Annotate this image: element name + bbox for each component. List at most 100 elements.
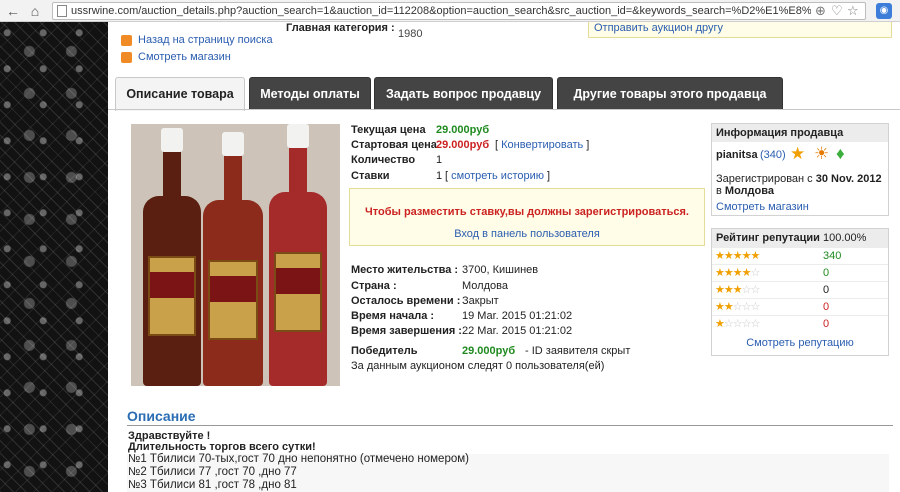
send-to-friend-link[interactable]: Отправить аукцион другу xyxy=(594,22,723,34)
rating-stars-icon: ★★★★☆ xyxy=(715,267,760,279)
product-photo[interactable] xyxy=(131,124,340,386)
tab-payment-methods[interactable]: Методы оплаты xyxy=(249,77,371,110)
extension-icon[interactable]: ◉ xyxy=(876,3,892,19)
bottle-cap xyxy=(287,124,309,148)
bottle-label-band xyxy=(149,272,195,298)
convert-link[interactable]: Конвертировать xyxy=(501,139,583,151)
bookmark-star-icon[interactable]: ☆ xyxy=(847,3,859,19)
view-shop-link[interactable]: Смотреть магазин xyxy=(121,51,231,63)
end-time-value: 22 Mar. 2015 01:21:02 xyxy=(462,325,573,337)
time-left-value: Закрыт xyxy=(462,295,499,307)
reputation-count: 340 xyxy=(823,250,842,262)
description-divider xyxy=(127,425,893,426)
bullet-icon xyxy=(121,52,132,63)
description-line: №1 Тбилиси 70-тых,гост 70 дно непонятно … xyxy=(128,453,469,465)
back-to-search-label: Назад на страницу поиска xyxy=(138,34,273,46)
bids-value: 1 xyxy=(436,170,443,182)
reputation-row: ★☆☆☆☆ 0 xyxy=(712,315,888,332)
watchers-text: За данным аукционом следят 0 пользовател… xyxy=(351,360,605,372)
address-bar[interactable]: ussrwine.com/auction_details.php?auction… xyxy=(52,2,866,20)
seller-country: Молдова xyxy=(724,185,774,197)
rating-stars-icon: ★★☆☆☆ xyxy=(715,301,760,313)
winner-note: - ID заявителя скрыт xyxy=(525,345,631,357)
reputation-row: ★★★★★ 340 xyxy=(712,247,888,264)
watchers-row: За данным аукционом следят 0 пользовател… xyxy=(351,360,604,372)
view-reputation-link[interactable]: Смотреть репутацию xyxy=(712,337,888,349)
reputation-percent: 100.00% xyxy=(823,232,867,244)
quantity-value: 1 xyxy=(436,154,443,166)
browser-toolbar: ← ⌂ ussrwine.com/auction_details.php?auc… xyxy=(0,0,900,22)
bottle-cap xyxy=(161,128,183,152)
reputation-label: Рейтинг репутации xyxy=(716,232,820,244)
share-icon[interactable]: ♡ xyxy=(831,3,843,19)
send-to-friend-box: Отправить аукцион другу xyxy=(588,22,892,38)
start-time-value: 19 Mar. 2015 01:21:02 xyxy=(462,310,573,322)
description-title: Описание xyxy=(127,408,196,424)
seller-info-box: Информация продавца pianitsa (340) ★ ☀ ♦… xyxy=(711,123,889,216)
description-duration: Длительность торгов всего сутки! xyxy=(128,441,316,453)
rating-stars-icon: ★★★★★ xyxy=(715,250,760,262)
register-notice-text: Чтобы разместить ставку,вы должны зареги… xyxy=(365,206,689,218)
seller-star-badge-icon: ★ xyxy=(790,144,806,163)
seller-cart-badge-icon: ♦ xyxy=(836,144,845,163)
url-text: ussrwine.com/auction_details.php?auction… xyxy=(71,5,811,17)
tab-other-items[interactable]: Другие товары этого продавца xyxy=(557,77,783,110)
country-label: Страна : xyxy=(351,280,397,292)
bottle-cap xyxy=(222,132,244,156)
category-value: 1980 xyxy=(398,22,568,40)
seller-shop-link[interactable]: Смотреть магазин xyxy=(716,201,809,213)
bids-label: Ставки xyxy=(351,170,390,182)
start-time-label: Время начала : xyxy=(351,310,435,322)
login-panel-link[interactable]: Вход в панель пользователя xyxy=(350,228,704,240)
reputation-header: Рейтинг репутации 100.00% xyxy=(712,229,888,247)
description-line: №3 Тбилиси 81 ,гост 78 ,дно 81 xyxy=(128,479,297,491)
reputation-count: 0 xyxy=(823,318,830,330)
tab-ask-seller[interactable]: Задать вопрос продавцу xyxy=(374,77,553,110)
seller-rating-count[interactable]: (340) xyxy=(760,149,786,161)
rating-stars-icon: ★☆☆☆☆ xyxy=(715,318,760,330)
seller-name[interactable]: pianitsa xyxy=(716,149,758,161)
time-left-label: Осталось времени : xyxy=(351,295,461,307)
bottle-1 xyxy=(143,128,201,386)
view-history-link[interactable]: смотреть историю xyxy=(451,170,544,182)
current-price-label: Текущая цена xyxy=(351,124,426,136)
tab-description[interactable]: Описание товара xyxy=(115,77,245,111)
bottle-3 xyxy=(269,124,327,386)
bottle-label-band xyxy=(275,268,321,294)
reputation-count: 0 xyxy=(823,267,830,279)
decorative-side-pattern xyxy=(0,22,108,492)
end-time-label: Время завершения : xyxy=(351,325,462,337)
quantity-label: Количество xyxy=(351,154,416,166)
home-icon[interactable]: ⌂ xyxy=(26,2,44,20)
bullet-icon xyxy=(121,35,132,46)
reputation-row: ★★☆☆☆ 0 xyxy=(712,298,888,315)
category-year: 1980 xyxy=(398,28,423,40)
back-arrow-icon[interactable]: ← xyxy=(4,2,22,20)
bottle-2 xyxy=(203,132,263,386)
zoom-icon[interactable]: ⊕ xyxy=(815,3,826,19)
reputation-box: Рейтинг репутации 100.00% ★★★★★ 340 ★★★★☆ 0… xyxy=(711,228,889,356)
reputation-count: 0 xyxy=(823,284,830,296)
rating-stars-icon: ★★★☆☆ xyxy=(715,284,760,296)
bottle-label-band xyxy=(210,276,256,302)
category-label: Главная категория : xyxy=(286,22,395,34)
seller-registered: Зарегистрирован с 30 Nov. 2012 в Молдова xyxy=(716,173,882,197)
seller-info-header: Информация продавца xyxy=(712,124,888,142)
country-value: Молдова xyxy=(462,280,508,292)
bottle-neck xyxy=(163,144,181,200)
back-to-search-link[interactable]: Назад на страницу поиска xyxy=(121,34,273,46)
reputation-row: ★★★★☆ 0 xyxy=(712,264,888,281)
page-icon xyxy=(57,5,67,17)
current-price-value: 29.000руб xyxy=(436,124,490,136)
description-line: №2 Тбилиси 77 ,гост 70 ,дно 77 xyxy=(128,466,297,478)
category-overflow xyxy=(398,22,568,28)
bottle-neck xyxy=(289,140,307,196)
register-notice: Чтобы разместить ставку,вы должны зареги… xyxy=(349,188,705,246)
tab-underline xyxy=(108,109,900,110)
start-price-value: 29.000руб xyxy=(436,139,490,151)
location-label: Место жительства : xyxy=(351,264,459,276)
bottle-neck xyxy=(224,148,242,204)
winner-label: Победитель xyxy=(351,345,418,357)
view-shop-label: Смотреть магазин xyxy=(138,51,231,63)
start-price-label: Стартовая цена xyxy=(351,139,437,151)
